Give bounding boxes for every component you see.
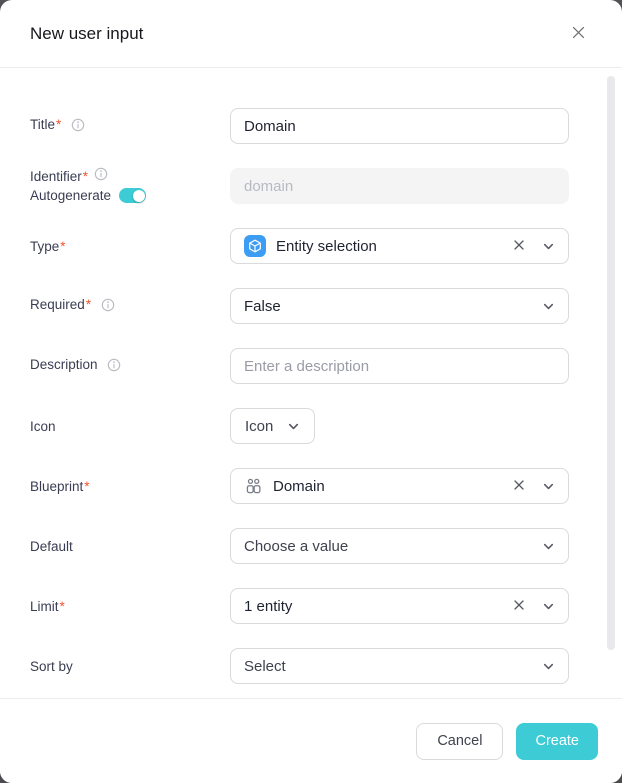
required-label: Required (30, 297, 85, 312)
chevron-down-icon (287, 420, 300, 433)
icon-label-group: Icon (0, 417, 230, 436)
blueprint-label: Blueprint (30, 479, 83, 494)
close-button[interactable] (564, 20, 592, 48)
limit-select-value: 1 entity (244, 598, 292, 615)
type-select-value: Entity selection (276, 238, 377, 255)
sort-by-select-placeholder: Select (244, 658, 286, 675)
modal-header: New user input (0, 0, 622, 68)
scrollbar-thumb[interactable] (607, 76, 615, 650)
required-asterisk: * (60, 599, 65, 614)
required-asterisk: * (83, 167, 88, 186)
limit-select[interactable]: 1 entity (230, 588, 569, 624)
autogenerate-toggle[interactable] (119, 188, 146, 203)
type-label: Type (30, 239, 59, 254)
new-user-input-modal: New user input Title* Identifier* (0, 0, 622, 783)
description-label-group: Description (0, 355, 230, 377)
field-row-limit: Limit* 1 entity (0, 576, 622, 636)
modal-footer: Cancel Create (0, 698, 622, 783)
identifier-label: Identifier (30, 167, 82, 186)
modal-body: Title* Identifier* Autogenerate (0, 68, 622, 696)
title-label-group: Title* (0, 115, 230, 137)
description-input[interactable] (230, 348, 569, 384)
default-label-group: Default (0, 537, 230, 556)
identifier-control (230, 168, 569, 204)
required-select[interactable]: False (230, 288, 569, 324)
toggle-knob (133, 190, 145, 202)
description-label: Description (30, 357, 98, 372)
sort-by-label: Sort by (30, 659, 73, 674)
users-icon (244, 477, 263, 496)
field-row-required: Required* False (0, 276, 622, 336)
identifier-input (230, 168, 569, 204)
title-input[interactable] (230, 108, 569, 144)
required-label-group: Required* (0, 295, 230, 317)
icon-control: Icon (230, 408, 569, 444)
limit-label-group: Limit* (0, 597, 230, 616)
chevron-down-icon (542, 300, 555, 313)
autogenerate-label: Autogenerate (30, 186, 111, 205)
cube-icon (244, 235, 266, 257)
sort-by-select[interactable]: Select (230, 648, 569, 684)
type-control: Entity selection (230, 228, 569, 264)
x-icon (512, 478, 526, 495)
field-row-identifier: Identifier* Autogenerate (0, 156, 622, 216)
x-icon (512, 238, 526, 255)
type-select[interactable]: Entity selection (230, 228, 569, 264)
info-icon[interactable] (71, 118, 85, 137)
icon-label: Icon (30, 419, 56, 434)
close-icon (570, 24, 587, 44)
create-button[interactable]: Create (516, 723, 598, 760)
blueprint-label-group: Blueprint* (0, 477, 230, 496)
field-row-blueprint: Blueprint* Domain (0, 456, 622, 516)
type-clear-button[interactable] (510, 237, 528, 255)
identifier-label-line: Identifier* (30, 167, 220, 186)
info-icon[interactable] (101, 298, 115, 317)
field-row-title: Title* (0, 96, 622, 156)
modal-title: New user input (30, 24, 143, 44)
field-row-default: Default Choose a value (0, 516, 622, 576)
sort-by-label-group: Sort by (0, 657, 230, 676)
field-row-type: Type* Entity selection (0, 216, 622, 276)
info-icon[interactable] (107, 358, 121, 377)
limit-clear-button[interactable] (510, 597, 528, 615)
icon-picker-button[interactable]: Icon (230, 408, 315, 444)
chevron-down-icon (542, 660, 555, 673)
default-label: Default (30, 539, 73, 554)
limit-control: 1 entity (230, 588, 569, 624)
x-icon (512, 598, 526, 615)
default-select[interactable]: Choose a value (230, 528, 569, 564)
autogenerate-line: Autogenerate (30, 186, 220, 205)
default-select-placeholder: Choose a value (244, 538, 348, 555)
sort-by-control: Select (230, 648, 569, 684)
cancel-button[interactable]: Cancel (416, 723, 503, 760)
blueprint-select[interactable]: Domain (230, 468, 569, 504)
required-asterisk: * (84, 479, 89, 494)
title-label: Title (30, 117, 55, 132)
type-label-group: Type* (0, 237, 230, 256)
required-asterisk: * (56, 117, 61, 132)
blueprint-control: Domain (230, 468, 569, 504)
chevron-down-icon (542, 600, 555, 613)
required-asterisk: * (60, 239, 65, 254)
required-asterisk: * (86, 297, 91, 312)
required-control: False (230, 288, 569, 324)
chevron-down-icon (542, 540, 555, 553)
description-control (230, 348, 569, 384)
title-control (230, 108, 569, 144)
limit-label: Limit (30, 599, 59, 614)
icon-picker-label: Icon (245, 418, 273, 435)
blueprint-clear-button[interactable] (510, 477, 528, 495)
required-select-value: False (244, 298, 281, 315)
identifier-label-group: Identifier* Autogenerate (0, 167, 230, 205)
field-row-sort-by: Sort by Select (0, 636, 622, 696)
chevron-down-icon (542, 240, 555, 253)
blueprint-select-value: Domain (273, 478, 325, 495)
field-row-description: Description (0, 336, 622, 396)
info-icon[interactable] (94, 167, 108, 186)
field-row-icon: Icon Icon (0, 396, 622, 456)
chevron-down-icon (542, 480, 555, 493)
default-control: Choose a value (230, 528, 569, 564)
